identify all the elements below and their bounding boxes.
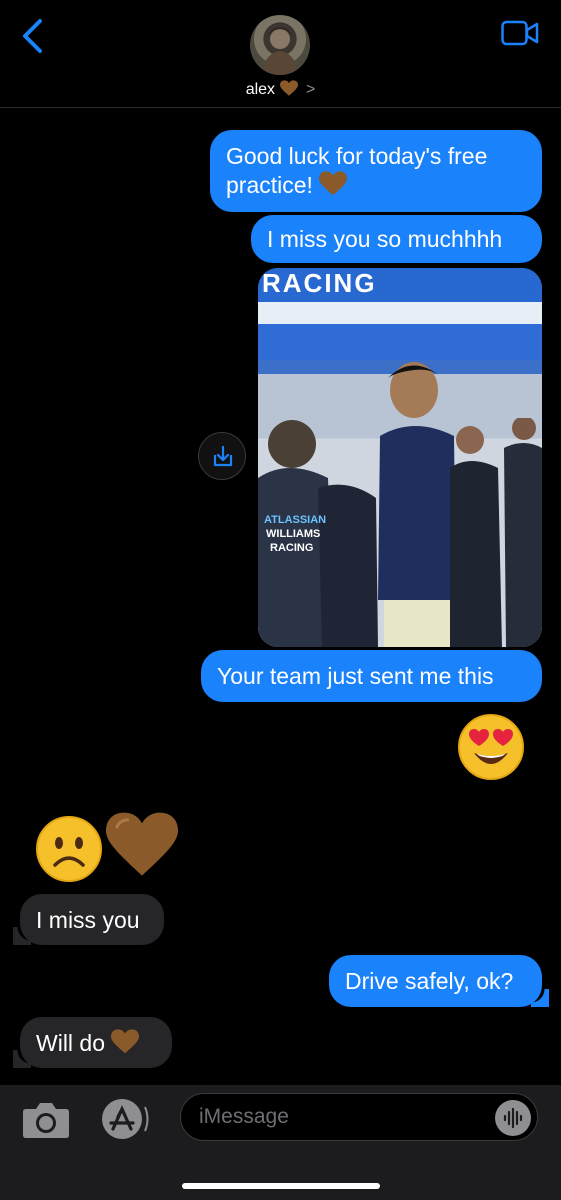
camera-button[interactable] xyxy=(22,1099,70,1139)
message-bubble-outgoing[interactable]: Your team just sent me this xyxy=(201,650,542,702)
save-image-icon xyxy=(213,445,233,467)
contact-name-row[interactable]: alex > xyxy=(0,80,561,99)
heart-eyes-emoji[interactable] xyxy=(457,713,525,781)
back-button[interactable] xyxy=(18,18,48,54)
app-store-button[interactable] xyxy=(98,1097,150,1141)
chevron-left-icon xyxy=(23,19,42,53)
svg-text:RACING: RACING xyxy=(270,542,313,554)
message-bubble-outgoing[interactable]: Drive safely, ok? xyxy=(329,955,549,1007)
brown-heart-icon xyxy=(319,171,348,196)
message-text: Your team just sent me this xyxy=(217,663,494,689)
message-bubble-outgoing[interactable]: Good luck for today's free practice! xyxy=(210,130,542,212)
composer-bar xyxy=(0,1085,561,1200)
app-store-icon xyxy=(102,1099,149,1139)
camera-icon xyxy=(23,1103,69,1138)
brown-heart-emoji[interactable] xyxy=(106,810,178,880)
photo-figure xyxy=(450,418,542,647)
contact-name: alex xyxy=(245,81,276,98)
message-text: I miss you so muchhhh xyxy=(267,226,503,252)
svg-text:ATLASSIAN: ATLASSIAN xyxy=(264,514,326,526)
home-indicator[interactable] xyxy=(182,1183,380,1189)
svg-text:WILLIAMS: WILLIAMS xyxy=(266,528,320,540)
contact-avatar[interactable] xyxy=(250,15,310,75)
message-text: Will do xyxy=(36,1030,106,1056)
frowning-face-emoji[interactable] xyxy=(35,815,103,883)
message-input-field[interactable] xyxy=(199,1103,499,1131)
photo-figure-main xyxy=(378,362,456,647)
waveform-icon xyxy=(503,1107,523,1129)
save-image-button[interactable] xyxy=(198,432,246,480)
video-call-button[interactable] xyxy=(501,20,539,46)
brown-heart-icon xyxy=(111,1029,140,1054)
conversation-header: alex > xyxy=(0,0,561,108)
message-bubble-incoming[interactable]: I miss you xyxy=(13,894,164,945)
photo-banner: RACING xyxy=(258,268,542,302)
photo-figure: ATLASSIAN WILLIAMS RACING xyxy=(258,420,378,647)
message-bubble-incoming[interactable]: Will do xyxy=(13,1017,172,1068)
message-text: Good luck for today's free practice! xyxy=(226,143,488,198)
audio-message-button[interactable] xyxy=(495,1100,531,1136)
message-text: I miss you xyxy=(36,907,140,933)
imessage-input[interactable] xyxy=(180,1093,538,1141)
photo-attachment[interactable]: RACING ATLASSIAN WILLIAMS RACING xyxy=(258,268,542,647)
message-bubble-outgoing[interactable]: I miss you so muchhhh xyxy=(251,215,542,263)
video-camera-icon xyxy=(501,20,539,46)
chevron-right-icon: > xyxy=(305,81,316,98)
message-text: Drive safely, ok? xyxy=(345,968,514,994)
brown-heart-icon xyxy=(279,80,298,96)
